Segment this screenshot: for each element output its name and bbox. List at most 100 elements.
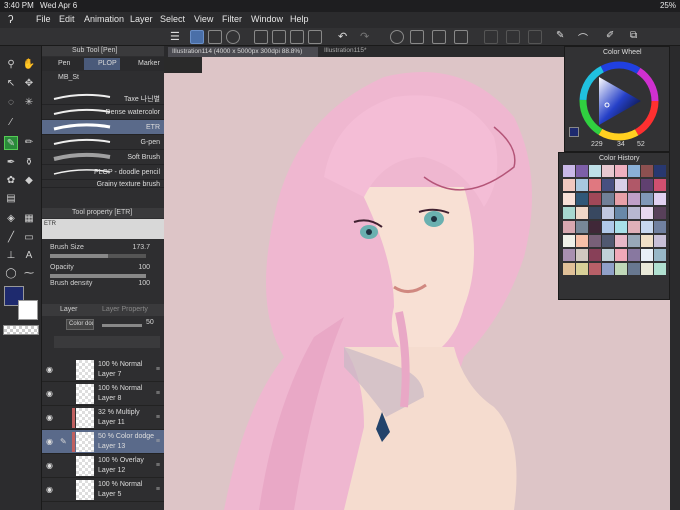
color-swatch[interactable]	[615, 179, 627, 191]
color-swatch[interactable]	[602, 249, 614, 261]
color-swatch[interactable]	[654, 221, 666, 233]
menu-help[interactable]: Help	[290, 14, 309, 24]
color-swatch[interactable]	[641, 263, 653, 275]
color-swatch[interactable]	[641, 179, 653, 191]
color-swatch[interactable]	[628, 193, 640, 205]
color-swatch[interactable]	[602, 235, 614, 247]
eye-icon[interactable]: ◉	[46, 461, 53, 470]
color-swatch[interactable]	[628, 207, 640, 219]
layer-opacity-slider[interactable]	[102, 324, 142, 327]
color-swatch[interactable]	[563, 235, 575, 247]
pen-settings-icon[interactable]: ✎	[556, 30, 570, 44]
crop-icon[interactable]	[454, 30, 468, 44]
color-swatch[interactable]	[654, 193, 666, 205]
brush-item[interactable]: Taxe 나닌별	[42, 90, 164, 105]
color-swatch[interactable]	[615, 221, 627, 233]
color-swatch[interactable]	[641, 249, 653, 261]
color-swatch[interactable]	[641, 207, 653, 219]
layer-row[interactable]: ◉ 100 % Normal Layer 5 ≡	[42, 478, 164, 502]
zoom-icon[interactable]: ⚲	[4, 58, 18, 72]
hamburger-icon[interactable]: ☰	[170, 30, 184, 44]
drag-handle-icon[interactable]: ≡	[156, 486, 160, 493]
drag-handle-icon[interactable]: ≡	[156, 462, 160, 469]
color-swatch[interactable]	[654, 249, 666, 261]
color-swatch[interactable]	[641, 165, 653, 177]
color-swatch[interactable]	[615, 193, 627, 205]
menu-select[interactable]: Select	[160, 14, 185, 24]
blend-icon[interactable]: ▤	[4, 192, 18, 206]
menu-edit[interactable]: Edit	[59, 14, 75, 24]
menu-file[interactable]: File	[36, 14, 51, 24]
color-swatch[interactable]	[576, 193, 588, 205]
blend-mode-select[interactable]: Color dodge	[66, 319, 94, 330]
color-swatch[interactable]	[563, 249, 575, 261]
color-swatch[interactable]	[615, 165, 627, 177]
gradient-icon[interactable]: ▦	[22, 212, 36, 226]
export-icon[interactable]	[308, 30, 322, 44]
brush-item[interactable]: Soft Brush	[42, 150, 164, 165]
color-swatch[interactable]	[563, 221, 575, 233]
airbrush-icon[interactable]: ⚱	[22, 156, 36, 170]
sub-color-swatch[interactable]	[18, 300, 38, 320]
brush-item[interactable]: PLOP - doodle pencil	[42, 165, 164, 180]
tab-pen[interactable]: Pen	[58, 60, 70, 67]
color-swatch[interactable]	[615, 249, 627, 261]
menu-layer[interactable]: Layer	[130, 14, 153, 24]
figure-icon[interactable]: ╱	[4, 231, 18, 245]
layer-row-selected[interactable]: ◉ ✎ 50 % Color dodge Layer 13 ≡	[42, 430, 164, 454]
layer-row[interactable]: ◉ 100 % Normal Layer 7 ≡	[42, 358, 164, 382]
color-swatch[interactable]	[654, 179, 666, 191]
color-swatch[interactable]	[589, 179, 601, 191]
color-swatch[interactable]	[602, 221, 614, 233]
fill-icon[interactable]	[410, 30, 424, 44]
color-swatch[interactable]	[602, 165, 614, 177]
invert-select-icon[interactable]	[506, 30, 520, 44]
color-swatch[interactable]	[576, 249, 588, 261]
color-swatch[interactable]	[589, 263, 601, 275]
move-icon[interactable]: ✥	[22, 77, 36, 91]
color-swatch[interactable]	[641, 221, 653, 233]
opacity-row[interactable]: Opacity 100	[50, 264, 160, 271]
color-swatch[interactable]	[589, 221, 601, 233]
drag-handle-icon[interactable]: ≡	[156, 366, 160, 373]
layer-row[interactable]: ◉ 100 % Overlay Layer 12 ≡	[42, 454, 164, 478]
tab-illustration115[interactable]: Illustration115*	[324, 47, 367, 54]
brush-item-selected[interactable]: ETR	[42, 120, 164, 135]
menu-view[interactable]: View	[194, 14, 213, 24]
drag-handle-icon[interactable]: ≡	[156, 390, 160, 397]
brush-item[interactable]: G-pen	[42, 135, 164, 150]
transparent-color-swatch[interactable]	[3, 325, 39, 335]
color-swatch[interactable]	[615, 207, 627, 219]
lasso-icon[interactable]: ◌	[4, 96, 18, 110]
color-swatch[interactable]	[615, 263, 627, 275]
color-swatch[interactable]	[628, 221, 640, 233]
layer-row[interactable]: ◉ 32 % Multiply Layer 11 ≡	[42, 406, 164, 430]
color-swatch[interactable]	[563, 263, 575, 275]
transform-icon[interactable]	[208, 30, 222, 44]
tab-layer[interactable]: Layer	[60, 306, 78, 313]
color-swatch[interactable]	[654, 263, 666, 275]
balloon-icon[interactable]: ◯	[4, 267, 18, 281]
color-swatch[interactable]	[602, 207, 614, 219]
brush-size-slider[interactable]	[50, 254, 146, 258]
eye-icon[interactable]: ◉	[46, 413, 53, 422]
color-swatch[interactable]	[563, 165, 575, 177]
opacity-slider[interactable]	[50, 274, 146, 278]
undo-icon[interactable]: ↶	[338, 30, 352, 44]
brush-size-row[interactable]: Brush Size 173.7	[50, 244, 160, 251]
color-swatch[interactable]	[602, 193, 614, 205]
color-swatch[interactable]	[589, 235, 601, 247]
grow-select-icon[interactable]	[528, 30, 542, 44]
density-row[interactable]: Brush density 100	[50, 280, 160, 288]
color-swatch[interactable]	[563, 193, 575, 205]
color-swatch[interactable]	[589, 207, 601, 219]
frame-icon[interactable]: ▭	[22, 231, 36, 245]
color-swatch[interactable]	[576, 263, 588, 275]
open-icon[interactable]	[272, 30, 286, 44]
bucket-icon[interactable]	[432, 30, 446, 44]
eye-icon[interactable]: ◉	[46, 437, 53, 446]
menu-animation[interactable]: Animation	[84, 14, 124, 24]
color-swatch[interactable]	[576, 165, 588, 177]
tab-illustration114[interactable]: Illustration114 (4000 x 5000px 300dpi 88…	[168, 47, 318, 57]
magic-wand-icon[interactable]: ✳	[22, 96, 36, 110]
